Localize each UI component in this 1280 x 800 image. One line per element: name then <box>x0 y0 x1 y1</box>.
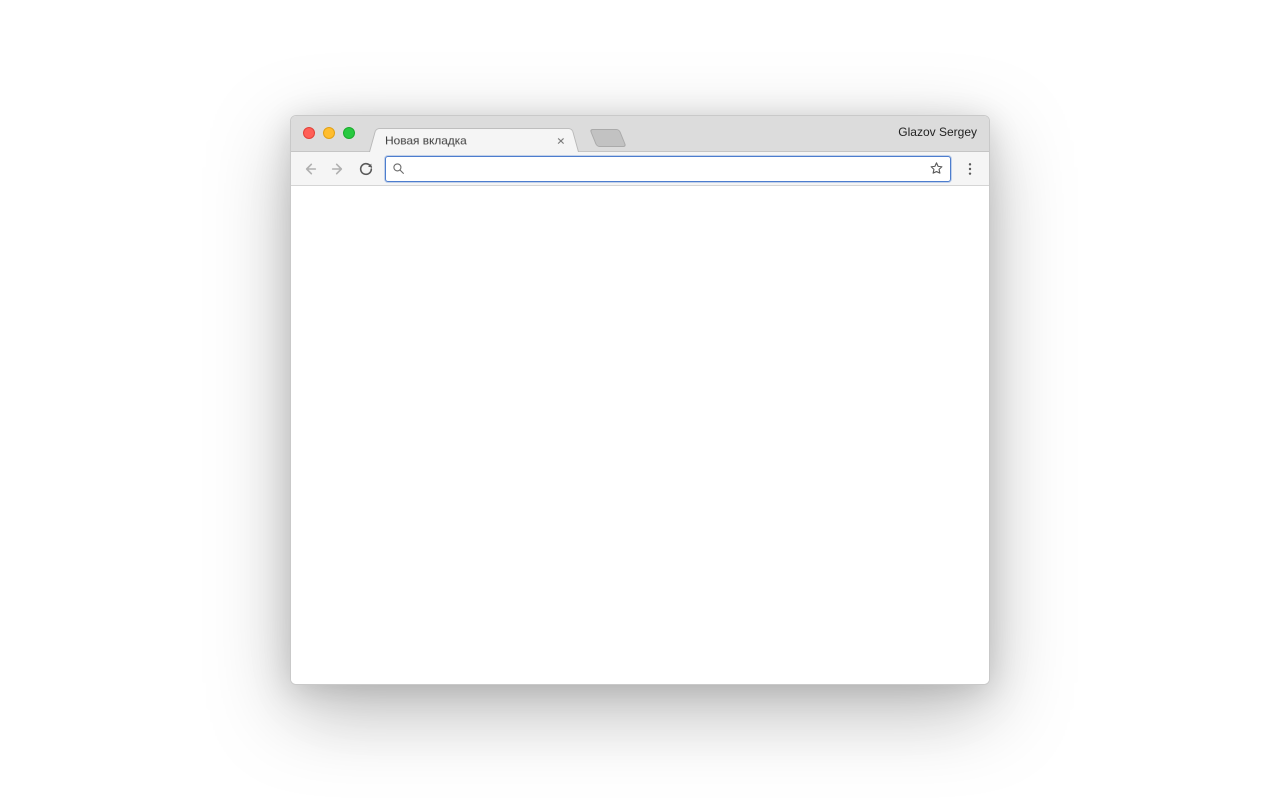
tabs-area: Новая вкладка × <box>369 116 623 151</box>
toolbar <box>291 151 989 186</box>
forward-button[interactable] <box>329 160 347 178</box>
back-button[interactable] <box>301 160 319 178</box>
menu-button[interactable] <box>961 160 979 178</box>
arrow-left-icon <box>302 161 318 177</box>
close-icon[interactable]: × <box>555 134 567 147</box>
reload-icon <box>358 161 374 177</box>
dots-vertical-icon <box>962 161 978 177</box>
profile-name[interactable]: Glazov Sergey <box>898 125 977 139</box>
reload-button[interactable] <box>357 160 375 178</box>
browser-window: Новая вкладка × Glazov Sergey <box>290 115 990 685</box>
tab-strip: Новая вкладка × Glazov Sergey <box>291 116 989 151</box>
tab-title: Новая вкладка <box>385 134 467 147</box>
window-maximize-button[interactable] <box>343 127 355 139</box>
page-content <box>291 186 989 684</box>
window-controls <box>303 127 355 139</box>
address-input[interactable] <box>405 161 929 176</box>
window-minimize-button[interactable] <box>323 127 335 139</box>
omnibox[interactable] <box>385 156 951 182</box>
new-tab-button[interactable] <box>589 129 626 147</box>
star-icon[interactable] <box>929 161 944 176</box>
search-icon <box>392 162 405 175</box>
arrow-right-icon <box>330 161 346 177</box>
window-close-button[interactable] <box>303 127 315 139</box>
tab-active[interactable]: Новая вкладка × <box>369 128 579 152</box>
